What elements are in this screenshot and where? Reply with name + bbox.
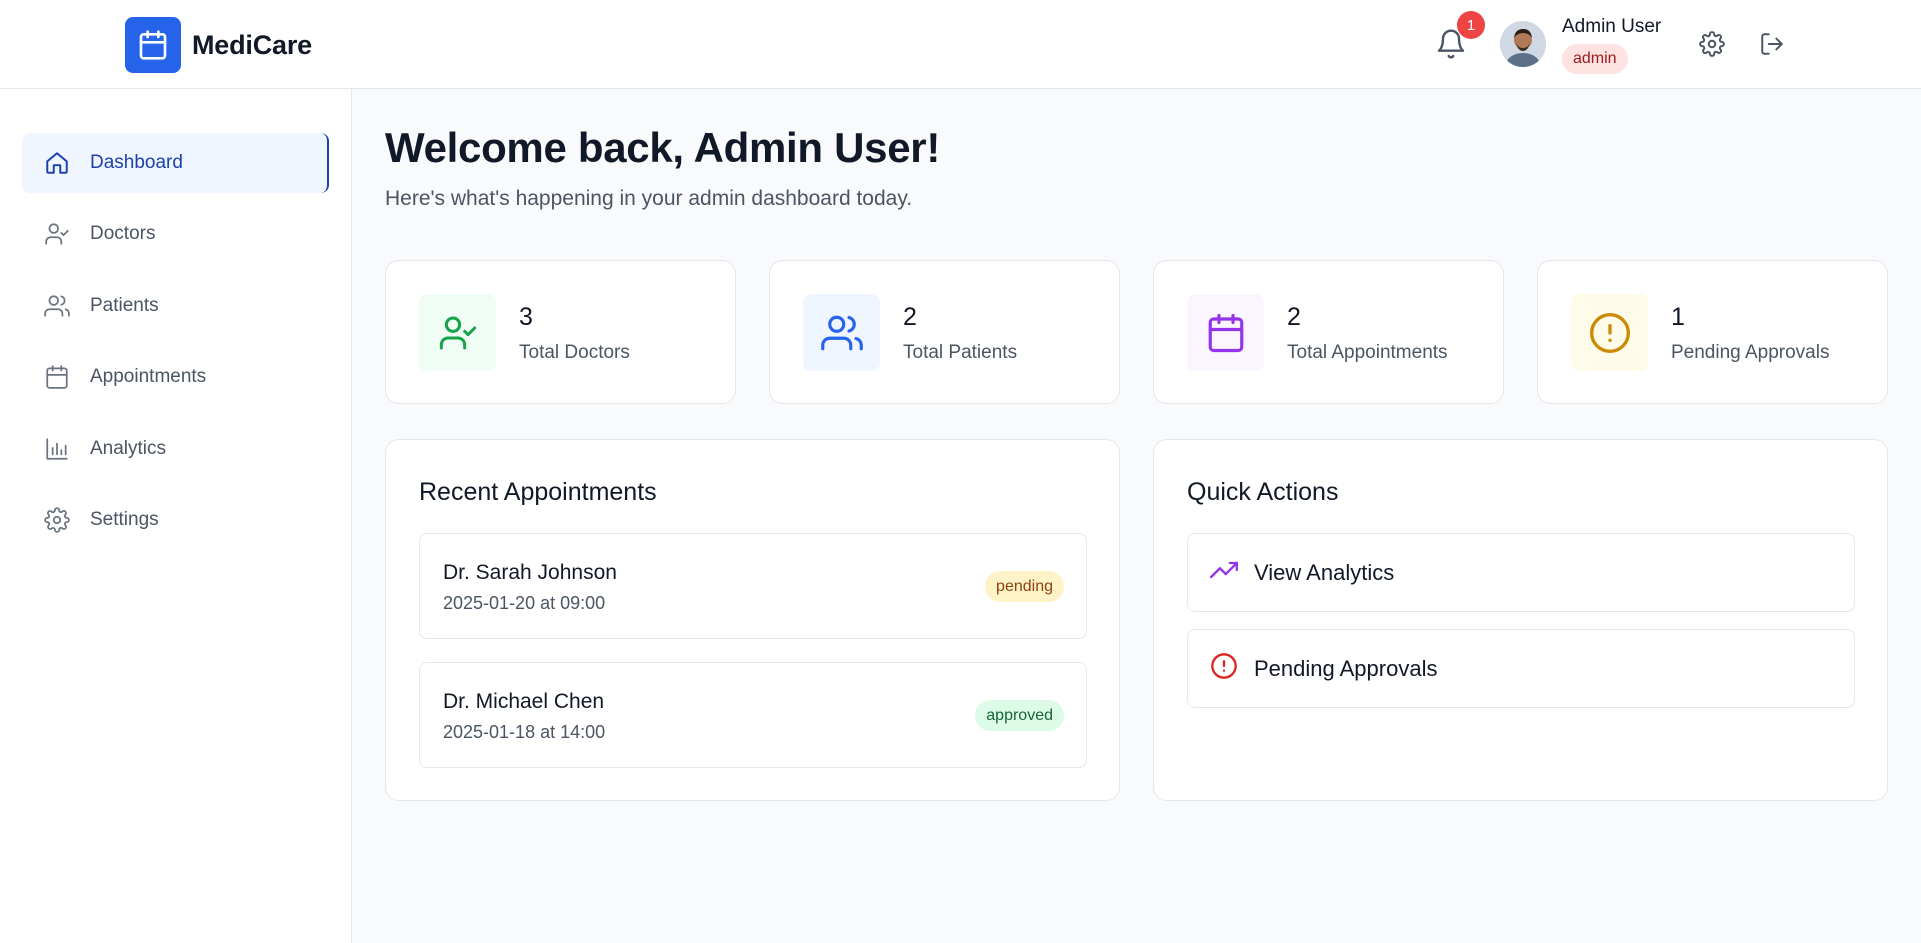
calendar-icon xyxy=(44,364,70,390)
bar-chart-icon xyxy=(44,436,70,462)
appointment-datetime: 2025-01-20 at 09:00 xyxy=(443,593,606,613)
page-subtitle: Here's what's happening in your admin da… xyxy=(385,187,913,210)
trending-up-icon xyxy=(1210,556,1238,589)
quick-action-label: Pending Approvals xyxy=(1254,655,1438,681)
sidebar-item-label: Doctors xyxy=(90,223,156,244)
users-icon xyxy=(803,294,880,371)
appointment-item[interactable]: Dr. Michael Chen 2025-01-18 at 14:00 app… xyxy=(419,662,1087,768)
notification-count-badge: 1 xyxy=(1457,11,1485,39)
gear-icon xyxy=(44,507,70,533)
stat-card-appointments: 2 Total Appointments xyxy=(1153,260,1504,404)
stat-label: Total Doctors xyxy=(519,342,630,363)
stat-label: Pending Approvals xyxy=(1671,342,1830,363)
user-check-icon xyxy=(419,294,496,371)
stat-value: 1 xyxy=(1671,303,1685,331)
sidebar-item-analytics[interactable]: Analytics xyxy=(22,419,329,479)
stat-value: 2 xyxy=(903,303,917,331)
stat-label: Total Patients xyxy=(903,342,1018,363)
panel-title: Recent Appointments xyxy=(419,478,657,506)
appointment-doctor: Dr. Michael Chen xyxy=(443,690,605,713)
stat-card-patients: 2 Total Patients xyxy=(769,260,1120,404)
calendar-logo-icon xyxy=(125,17,181,73)
sidebar-item-dashboard[interactable]: Dashboard xyxy=(22,133,329,193)
user-name: Admin User xyxy=(1562,16,1662,37)
stat-card-doctors: 3 Total Doctors xyxy=(385,260,736,404)
sidebar-item-label: Dashboard xyxy=(90,152,183,173)
user-check-icon xyxy=(44,221,70,247)
sidebar-item-doctors[interactable]: Doctors xyxy=(22,204,329,264)
panel-title: Quick Actions xyxy=(1187,478,1339,506)
appointment-datetime: 2025-01-18 at 14:00 xyxy=(443,722,606,742)
stat-value: 3 xyxy=(519,303,533,331)
appointment-item[interactable]: Dr. Sarah Johnson 2025-01-20 at 09:00 pe… xyxy=(419,533,1087,639)
top-bar: MediCare 1 Admin User admin xyxy=(0,0,1921,89)
sidebar-item-appointments[interactable]: Appointments xyxy=(22,347,329,407)
view-analytics-button[interactable]: View Analytics xyxy=(1187,533,1855,612)
alert-circle-icon xyxy=(1210,652,1238,685)
page-title: Welcome back, Admin User! xyxy=(385,124,941,171)
gear-icon xyxy=(1699,31,1725,57)
app-name: MediCare xyxy=(192,29,312,60)
home-icon xyxy=(44,150,70,176)
logout-icon xyxy=(1761,33,1783,55)
quick-action-label: View Analytics xyxy=(1254,559,1395,585)
sidebar-item-patients[interactable]: Patients xyxy=(22,276,329,336)
sidebar-item-settings[interactable]: Settings xyxy=(22,490,329,550)
stat-label: Total Appointments xyxy=(1287,342,1448,363)
stat-value: 2 xyxy=(1287,303,1301,331)
status-badge: approved xyxy=(975,700,1064,731)
alert-circle-icon xyxy=(1571,294,1648,371)
status-badge: pending xyxy=(985,571,1064,602)
calendar-icon xyxy=(1187,294,1264,371)
sidebar: Dashboard Doctors Patients Appointments xyxy=(0,89,352,943)
brand[interactable]: MediCare xyxy=(125,17,312,73)
sidebar-item-label: Patients xyxy=(90,295,159,316)
appointment-doctor: Dr. Sarah Johnson xyxy=(443,561,617,584)
pending-approvals-button[interactable]: Pending Approvals xyxy=(1187,629,1855,708)
avatar[interactable] xyxy=(1500,21,1546,67)
logout-button[interactable] xyxy=(1756,28,1788,60)
role-badge: admin xyxy=(1562,44,1628,74)
sidebar-item-label: Appointments xyxy=(90,366,207,387)
users-icon xyxy=(44,293,70,319)
sidebar-item-label: Analytics xyxy=(90,438,167,459)
quick-actions-panel: Quick Actions View Analytics Pending App… xyxy=(1153,439,1888,801)
recent-appointments-panel: Recent Appointments Dr. Sarah Johnson 20… xyxy=(385,439,1120,801)
settings-button[interactable] xyxy=(1696,28,1728,60)
sidebar-item-label: Settings xyxy=(90,509,159,530)
stat-card-pending-approvals: 1 Pending Approvals xyxy=(1537,260,1888,404)
